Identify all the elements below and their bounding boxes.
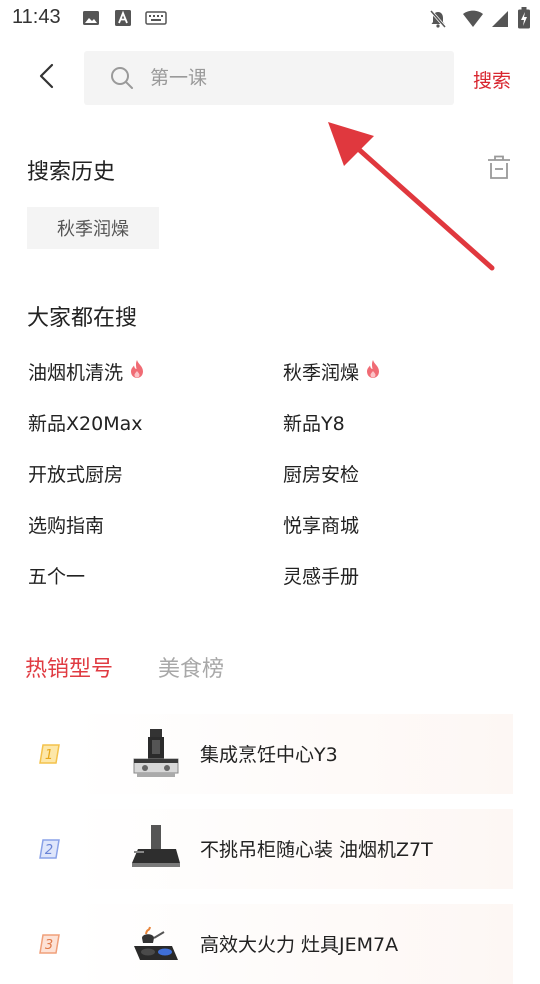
svg-text:1: 1 bbox=[45, 748, 53, 763]
svg-text:3: 3 bbox=[45, 938, 53, 953]
trending-item[interactable]: 五个一 bbox=[28, 562, 85, 589]
trending-item[interactable]: 开放式厨房 bbox=[28, 460, 123, 487]
trending-item-label: 油烟机清洗 bbox=[28, 362, 124, 384]
search-button[interactable]: 搜索 bbox=[473, 66, 511, 93]
range-hood-icon bbox=[128, 821, 184, 877]
svg-text:2: 2 bbox=[45, 843, 53, 858]
ranking-card: 集成烹饪中心Y3 bbox=[72, 714, 513, 794]
ranking-item-name: 集成烹饪中心Y3 bbox=[200, 744, 338, 766]
tab-food-ranking[interactable]: 美食榜 bbox=[158, 651, 224, 683]
back-button[interactable] bbox=[26, 58, 66, 98]
rank-2-badge-icon: 2 bbox=[38, 838, 62, 860]
ranking-item[interactable]: 3 高效大火力 灶具JEM7A bbox=[26, 904, 513, 984]
trending-item-label: 灵感手册 bbox=[283, 566, 360, 588]
keyboard-icon bbox=[145, 9, 167, 31]
trending-item-label: 新品X20Max bbox=[28, 413, 143, 435]
text-a-icon bbox=[114, 9, 132, 31]
trending-item-label: 五个一 bbox=[28, 566, 86, 588]
trending-item[interactable]: 油烟机清洗 bbox=[28, 358, 145, 385]
trending-item[interactable]: 厨房安检 bbox=[283, 460, 359, 487]
integrated-stove-icon bbox=[128, 726, 184, 782]
search-history-title: 搜索历史 bbox=[27, 160, 116, 185]
image-icon bbox=[82, 9, 100, 31]
search-input[interactable] bbox=[150, 51, 440, 105]
trending-item-label: 厨房安检 bbox=[283, 464, 360, 486]
gas-cooktop-icon bbox=[128, 916, 184, 972]
tab-hot-models[interactable]: 热销型号 bbox=[25, 651, 113, 683]
ranking-card: 不挑吊柜随心装 油烟机Z7T bbox=[72, 809, 513, 889]
trending-item[interactable]: 新品Y8 bbox=[283, 409, 345, 436]
trending-item[interactable]: 秋季润燥 bbox=[283, 358, 381, 385]
status-time: 11:43 bbox=[12, 6, 61, 28]
trending-item-label: 新品Y8 bbox=[283, 413, 345, 435]
history-chip[interactable]: 秋季润燥 bbox=[27, 207, 159, 249]
trending-item-label: 选购指南 bbox=[28, 515, 105, 537]
search-icon bbox=[110, 66, 134, 94]
trending-item[interactable]: 悦享商城 bbox=[283, 511, 359, 538]
trending-item[interactable]: 选购指南 bbox=[28, 511, 104, 538]
trending-item-label: 开放式厨房 bbox=[28, 464, 124, 486]
status-bar: 11:43 bbox=[0, 0, 540, 36]
ranking-item-name: 不挑吊柜随心装 油烟机Z7T bbox=[200, 839, 433, 861]
trending-item-label: 秋季润燥 bbox=[283, 362, 360, 384]
battery-icon bbox=[517, 7, 531, 33]
mute-bell-icon bbox=[428, 9, 448, 33]
wifi-icon bbox=[462, 9, 484, 33]
annotation-arrow-icon bbox=[320, 118, 500, 282]
ranking-item[interactable]: 1 集成烹饪中心Y3 bbox=[26, 714, 513, 794]
search-box[interactable] bbox=[84, 51, 454, 105]
rank-3-badge-icon: 3 bbox=[38, 933, 62, 955]
ranking-item-name: 高效大火力 灶具JEM7A bbox=[200, 934, 399, 956]
ranking-card: 高效大火力 灶具JEM7A bbox=[72, 904, 513, 984]
trending-item[interactable]: 灵感手册 bbox=[283, 562, 359, 589]
trending-item[interactable]: 新品X20Max bbox=[28, 409, 142, 436]
ranking-item[interactable]: 2 不挑吊柜随心装 油烟机Z7T bbox=[26, 809, 513, 889]
rank-1-badge-icon: 1 bbox=[38, 743, 62, 765]
trending-item-label: 悦享商城 bbox=[283, 515, 360, 537]
signal-icon bbox=[490, 9, 510, 33]
flame-icon bbox=[365, 359, 381, 384]
trending-title: 大家都在搜 bbox=[27, 306, 138, 331]
back-arrow-icon bbox=[36, 62, 56, 94]
flame-icon bbox=[129, 359, 145, 384]
